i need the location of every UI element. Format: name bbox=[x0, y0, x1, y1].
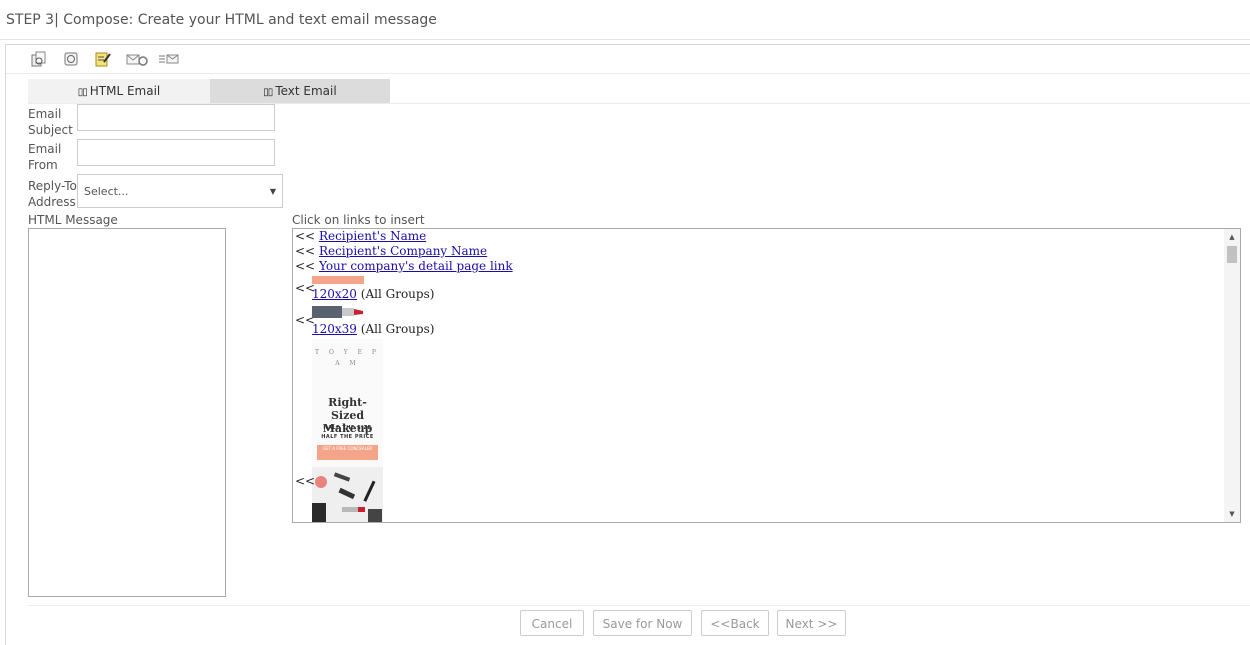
insert-recipient-name-link[interactable]: Recipient's Name bbox=[319, 229, 426, 243]
tab-label: Text Email bbox=[275, 84, 337, 98]
scroll-up-icon[interactable]: ▲ bbox=[1224, 230, 1240, 244]
scroll-down-icon[interactable]: ▼ bbox=[1224, 507, 1240, 521]
ad-headline-line: Right-Sized bbox=[328, 396, 367, 422]
tab-text-email[interactable]: ▯▯ Text Email bbox=[210, 79, 390, 103]
select-value: Select... bbox=[84, 184, 129, 198]
insert-company-name-link[interactable]: Recipient's Company Name bbox=[319, 244, 487, 258]
makeup-ad-banner[interactable]: T O Y E P A M Right-Sized Makeup HALF TH… bbox=[312, 339, 383, 522]
ad-logo-ring: T O Y E P A M bbox=[315, 349, 380, 367]
ad-sub-line: HALF THE SIZE bbox=[323, 425, 372, 431]
text-email-icon: ▯▯ bbox=[263, 87, 273, 98]
list-item: << Recipient's Company Name bbox=[295, 244, 487, 258]
insert-prefix: << bbox=[295, 474, 316, 488]
list-item: 120x39 (All Groups) bbox=[312, 322, 434, 336]
html-message-textarea[interactable] bbox=[28, 228, 226, 597]
email-from-input[interactable] bbox=[77, 139, 275, 166]
from-label: Email From bbox=[28, 141, 61, 173]
next-button[interactable]: Next >> bbox=[777, 610, 846, 636]
page-title: STEP 3| Compose: Create your HTML and te… bbox=[6, 12, 437, 28]
scroll-thumb[interactable] bbox=[1227, 246, 1237, 263]
reply-to-label: Reply-To Address bbox=[28, 178, 77, 210]
list-mail-icon[interactable] bbox=[158, 51, 179, 67]
insert-links-box[interactable]: << Recipient's Name << Recipient's Compa… bbox=[292, 228, 1241, 523]
subject-label: Email Subject bbox=[28, 106, 73, 138]
banner-thumbnail[interactable] bbox=[312, 276, 364, 284]
insert-prefix: << bbox=[295, 229, 316, 243]
label-line: Email bbox=[28, 107, 62, 121]
insert-prefix: << bbox=[295, 244, 316, 258]
label-line: Reply-To bbox=[28, 179, 77, 193]
label-line: Address bbox=[28, 195, 76, 209]
banner-group: (All Groups) bbox=[360, 322, 435, 336]
caret-down-icon: ▼ bbox=[269, 186, 276, 196]
lipstick-banner-thumbnail[interactable] bbox=[312, 305, 364, 319]
divider bbox=[0, 39, 1250, 40]
html-message-label: HTML Message bbox=[28, 213, 118, 227]
divider bbox=[6, 73, 1250, 74]
insert-links-label: Click on links to insert bbox=[292, 213, 425, 227]
list-item: << Your company's detail page link bbox=[295, 259, 513, 273]
insert-prefix: << bbox=[295, 259, 316, 273]
ad-cta: GET A FREE CONCEALER bbox=[317, 445, 378, 460]
scrollbar[interactable]: ▲ ▼ bbox=[1224, 229, 1240, 522]
list-item: 120x20 (All Groups) bbox=[312, 287, 434, 301]
email-subject-input[interactable] bbox=[77, 104, 275, 131]
camera-icon[interactable] bbox=[62, 51, 80, 67]
reply-to-select[interactable]: Select... ▼ bbox=[77, 174, 283, 208]
cancel-button[interactable]: Cancel bbox=[520, 610, 584, 636]
label-line: Email bbox=[28, 142, 62, 156]
list-item: << Recipient's Name bbox=[295, 229, 426, 243]
banner-size-link[interactable]: 120x39 bbox=[312, 322, 357, 336]
back-button[interactable]: <<Back bbox=[701, 610, 769, 636]
label-line: From bbox=[28, 158, 58, 172]
edit-note-icon[interactable] bbox=[94, 51, 112, 67]
label-line: Subject bbox=[28, 123, 73, 137]
ad-subheadline: HALF THE SIZE HALF THE PRICE bbox=[312, 424, 383, 442]
copy-doc-icon[interactable] bbox=[30, 51, 48, 67]
ad-sub-line: HALF THE PRICE bbox=[321, 434, 374, 440]
email-format-tabs: ▯▯ HTML Email ▯▯ Text Email bbox=[28, 79, 390, 103]
banner-group: (All Groups) bbox=[360, 287, 435, 301]
editor-toolbar bbox=[30, 49, 179, 69]
divider bbox=[28, 605, 1250, 606]
send-refresh-icon[interactable] bbox=[126, 51, 148, 67]
makeup-products-photo bbox=[312, 467, 383, 522]
tab-html-email[interactable]: ▯▯ HTML Email bbox=[28, 79, 210, 103]
tab-label: HTML Email bbox=[89, 84, 161, 98]
save-for-now-button[interactable]: Save for Now bbox=[593, 610, 692, 636]
banner-size-link[interactable]: 120x20 bbox=[312, 287, 357, 301]
insert-detail-page-link[interactable]: Your company's detail page link bbox=[319, 259, 513, 273]
html-email-icon: ▯▯ bbox=[77, 87, 88, 98]
